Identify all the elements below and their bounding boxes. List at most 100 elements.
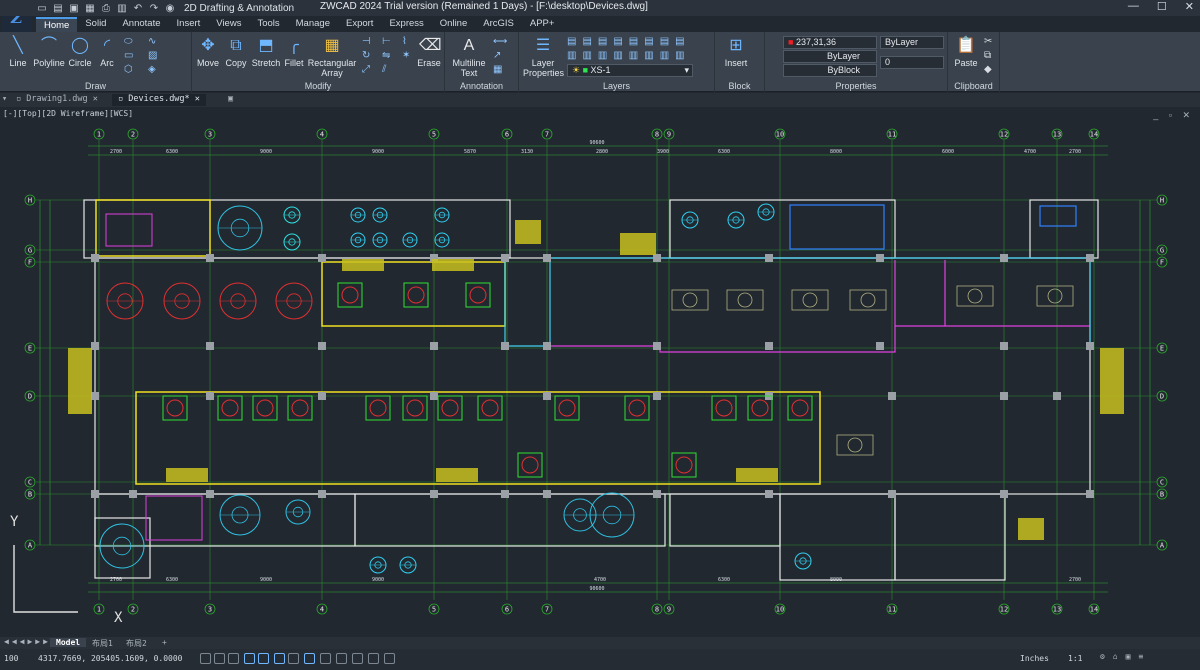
line-button[interactable]: ╲ Line — [4, 36, 32, 68]
tab-express[interactable]: Express — [381, 17, 431, 32]
extend-icon[interactable]: ⊢ — [382, 36, 391, 47]
viewport-label[interactable]: [-][Top][2D Wireframe][WCS] — [3, 109, 133, 118]
dyn-input-toggle-icon[interactable] — [304, 653, 315, 664]
match-props-icon[interactable]: ◆ — [984, 64, 992, 75]
cut-icon[interactable]: ✂ — [984, 36, 992, 47]
tab-online[interactable]: Online — [432, 17, 475, 32]
tab-insert[interactable]: Insert — [169, 17, 209, 32]
copy-clip-icon[interactable]: ⧉ — [984, 50, 991, 61]
rectangular-array-button[interactable]: ▦ Rectangular Array — [306, 36, 358, 78]
rectangle-icon[interactable]: ▭ — [124, 50, 133, 61]
region-icon[interactable]: ◈ — [148, 64, 156, 75]
polygon-icon[interactable]: ⬡ — [124, 64, 133, 75]
status-tray-icons[interactable]: ⚙⌂▣≡ — [1100, 652, 1151, 661]
snap-toggle-icon[interactable] — [214, 653, 225, 664]
tab-add-layout[interactable]: + — [156, 638, 173, 647]
dyn-ucs-toggle-icon[interactable] — [288, 653, 299, 664]
circle-button[interactable]: ◯ Circle — [66, 36, 94, 68]
tab-views[interactable]: Views — [208, 17, 249, 32]
stretch-button[interactable]: ⬒ Stretch — [250, 36, 282, 68]
annotation-scale[interactable]: 1:1 — [1068, 654, 1082, 663]
polyline-button[interactable]: ⌒ Polyline — [32, 36, 66, 68]
hatch-icon[interactable]: ▨ — [148, 50, 157, 61]
tab-arcgis[interactable]: ArcGIS — [475, 17, 522, 32]
workspace-icon[interactable]: ◉ — [164, 3, 176, 14]
polyline-icon: ⌒ — [40, 37, 57, 54]
lineweight-dropdown[interactable]: ByBlock — [783, 64, 877, 77]
layer-tools-icon[interactable]: ▤▤▤▤▤▤▤▤ — [567, 36, 691, 47]
layer-properties-button[interactable]: ☰ Layer Properties — [523, 36, 564, 78]
tab-layout2[interactable]: 布局2 — [120, 638, 153, 649]
trim-icon[interactable]: ⊣ — [362, 36, 371, 47]
save-as-icon[interactable]: ▦ — [84, 3, 96, 14]
tab-annotate[interactable]: Annotate — [114, 17, 168, 32]
column-marker — [1086, 342, 1094, 350]
doc-tab-devices[interactable]: ▫ Devices.dwg* ✕ — [112, 94, 206, 106]
viewport-controls[interactable]: _ ▫ ✕ — [1153, 110, 1194, 121]
multiline-text-button[interactable]: A Multiline Text — [449, 36, 489, 78]
ellipse-icon[interactable]: ⬭ — [124, 36, 133, 47]
plotstyle-dropdown[interactable]: ByLayer — [880, 36, 944, 49]
tab-home[interactable]: Home — [36, 17, 78, 32]
leader-icon[interactable]: ↗ — [493, 50, 501, 61]
undo-icon[interactable]: ↶ — [132, 3, 144, 14]
color-dropdown[interactable]: ■ 237,31,36 — [783, 36, 877, 49]
paste-button[interactable]: 📋 Paste — [952, 36, 980, 68]
tab-solid[interactable]: Solid — [77, 17, 114, 32]
dimension-icon[interactable]: ⟷ — [493, 36, 507, 47]
offset-icon[interactable]: ⫽ — [382, 64, 386, 75]
tab-model[interactable]: Model — [50, 638, 87, 647]
arc-button[interactable]: ◜ Arc — [94, 36, 120, 68]
osnap-toggle-icon[interactable] — [258, 653, 269, 664]
break-icon[interactable]: ⌇ — [402, 36, 407, 47]
close-icon[interactable]: ✕ — [1185, 0, 1194, 13]
linetype-dropdown[interactable]: ByLayer — [783, 50, 877, 63]
transparency-field[interactable]: 0 — [880, 56, 944, 69]
tab-manage[interactable]: Manage — [288, 17, 338, 32]
minimize-icon[interactable]: — — [1128, 0, 1139, 13]
polar-toggle-icon[interactable] — [244, 653, 255, 664]
drawing-canvas[interactable]: 2700 6300 9000 9000 5870 3130 2800 3900 6300 8000… — [0, 107, 1200, 636]
selection-cycle-icon[interactable] — [368, 653, 379, 664]
grid-toggle-icon[interactable] — [200, 653, 211, 664]
scale-icon[interactable]: ⤢ — [362, 64, 370, 75]
quick-props-toggle-icon[interactable] — [352, 653, 363, 664]
lineweight-toggle-icon[interactable] — [320, 653, 331, 664]
tab-tools[interactable]: Tools — [249, 17, 287, 32]
move-button[interactable]: ✥ Move — [194, 36, 222, 68]
maximize-icon[interactable]: ☐ — [1157, 0, 1167, 13]
print-icon[interactable]: ⎙ — [100, 3, 112, 14]
rotate-icon[interactable]: ↻ — [362, 50, 370, 61]
erase-button[interactable]: ⌫ Erase — [416, 36, 442, 68]
layer-state-icon[interactable]: ▥▥▥▥▥▥▥▥ — [567, 50, 691, 61]
copy-button[interactable]: ⧉ Copy — [222, 36, 250, 68]
annotation-monitor-icon[interactable] — [384, 653, 395, 664]
plot-preview-icon[interactable]: ▥ — [116, 3, 128, 14]
otrack-toggle-icon[interactable] — [274, 653, 285, 664]
explode-icon[interactable]: ✶ — [402, 50, 410, 61]
new-file-icon[interactable]: ▭ — [36, 3, 48, 14]
table-icon[interactable]: ▦ — [493, 64, 502, 75]
doc-tab-drawing1[interactable]: ▫ Drawing1.dwg ✕ — [10, 94, 104, 106]
mirror-icon[interactable]: ⇋ — [382, 50, 390, 61]
column-marker — [543, 342, 551, 350]
fillet-button[interactable]: ╭ Fillet — [282, 36, 306, 68]
layout-nav-icon[interactable]: ◀◀◀▶▶▶ — [4, 637, 51, 646]
cad-drawing: 2700 6300 9000 9000 5870 3130 2800 3900 6300 8000… — [10, 128, 1168, 626]
save-icon[interactable]: ▣ — [68, 3, 80, 14]
scale-value[interactable]: 100 — [4, 654, 18, 663]
transparency-toggle-icon[interactable] — [336, 653, 347, 664]
ortho-toggle-icon[interactable] — [228, 653, 239, 664]
tab-app-[interactable]: APP+ — [522, 17, 563, 32]
tab-export[interactable]: Export — [338, 17, 381, 32]
layer-dropdown[interactable]: ☀ ■ XS-1 ▾ — [567, 64, 693, 77]
open-folder-icon[interactable]: ▤ — [52, 3, 64, 14]
redo-icon[interactable]: ↷ — [148, 3, 160, 14]
workspace-selector[interactable]: 2D Drafting & Annotation — [184, 3, 294, 14]
units-label[interactable]: Inches — [1020, 654, 1049, 663]
doc-menu-icon[interactable]: ▾ — [2, 94, 7, 104]
new-tab-icon[interactable]: ▣ — [228, 94, 233, 104]
insert-block-button[interactable]: ⊞ Insert — [719, 36, 753, 68]
tab-layout1[interactable]: 布局1 — [86, 638, 119, 649]
spline-icon[interactable]: ∿ — [148, 36, 156, 47]
